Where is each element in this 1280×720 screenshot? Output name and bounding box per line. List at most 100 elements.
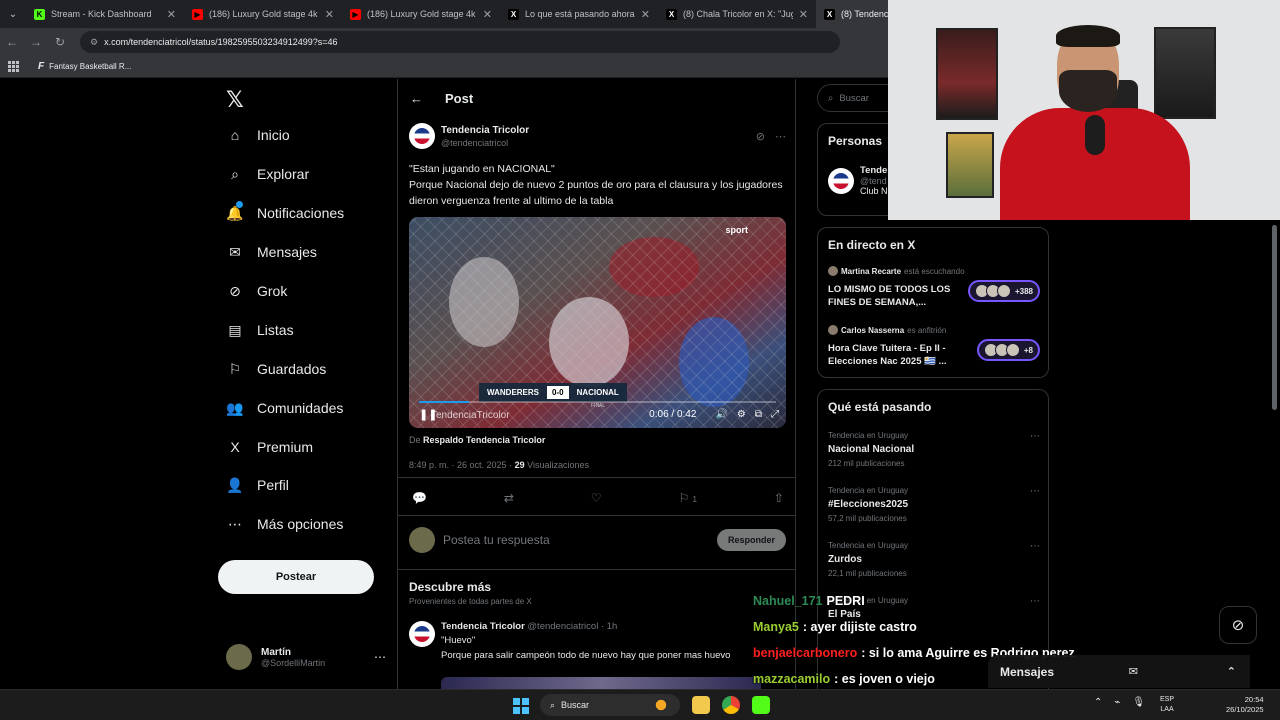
widgets-icon[interactable] [652, 696, 670, 714]
more-icon[interactable]: ⋯ [775, 130, 786, 143]
browser-tab[interactable]: X Lo que está pasando ahora: LO ✕ [500, 0, 658, 28]
network-icon[interactable]: ⌁ [1114, 697, 1120, 708]
avatar[interactable] [409, 621, 435, 647]
reload-icon[interactable]: ↻ [48, 35, 72, 49]
search-icon: ⌕ [231, 165, 239, 182]
author-name[interactable]: Tendencia Tricolor [441, 125, 529, 136]
trends-card: Qué está pasando Tendencia en Uruguay Nac… [817, 389, 1049, 689]
space-host-name: Martina Recarte [841, 266, 902, 276]
like-icon[interactable]: ♡ [591, 491, 602, 505]
left-nav: 𝕏 ⌂ Inicio ⌕ Explorar 🔔 Notificaciones ✉ Mensaj… [218, 79, 388, 689]
post-header: ← Post [398, 79, 795, 117]
discover-media[interactable] [441, 677, 761, 689]
reply-input[interactable]: Postea tu respuesta [443, 533, 550, 547]
wall-poster [936, 28, 998, 120]
more-icon[interactable]: ⋯ [1030, 596, 1040, 607]
source-name[interactable]: Respaldo Tendencia Tricolor [423, 435, 545, 445]
bookmark-count: 1 [692, 495, 697, 504]
tab-close-icon[interactable]: ✕ [641, 8, 650, 21]
nav-item-mensajes[interactable]: ✉ Mensajes [226, 243, 317, 261]
x-premium-icon: X [230, 439, 240, 455]
language-indicator[interactable]: ESP LAA [1160, 695, 1174, 715]
trend-item[interactable]: Tendencia en Uruguay #Elecciones2025 57,2 … [828, 486, 1040, 523]
back-icon[interactable]: ← [0, 35, 24, 49]
pip-icon[interactable]: ⧉ [755, 409, 762, 420]
nav-item-comunidades[interactable]: 👥 Comunidades [226, 399, 343, 417]
more-icon[interactable]: ⋯ [1030, 541, 1040, 552]
nav-item-grok[interactable]: ⊘ Grok [226, 282, 287, 300]
nav-item-perfil[interactable]: 👤 Perfil [226, 476, 289, 494]
account-switcher[interactable]: Martín @SordelliMartin ⋯ [226, 644, 386, 670]
messages-drawer[interactable]: Mensajes ✉ ⌃ [988, 655, 1250, 688]
trend-item[interactable]: Tendencia en Uruguay Nacional Nacional 212… [828, 431, 1040, 468]
video-time: 0:06 / 0:42 [649, 408, 697, 420]
share-icon[interactable]: ⇧ [774, 491, 784, 505]
tab-favicon-icon: K [34, 8, 45, 20]
browser-tab[interactable]: ▶ (186) Luxury Gold stage 4k 2025 ✕ [184, 0, 342, 28]
settings-icon[interactable]: ⚙ [737, 409, 746, 420]
tab-close-icon[interactable]: ✕ [167, 8, 176, 21]
more-icon[interactable]: ⋯ [1030, 431, 1040, 442]
file-explorer-icon[interactable] [692, 696, 710, 714]
browser-tab[interactable]: K Stream - Kick Dashboard ✕ [26, 0, 184, 28]
site-info-icon[interactable]: ⚙ [90, 37, 98, 48]
grok-icon[interactable]: ⊘ [756, 130, 765, 143]
more-icon[interactable]: ⋯ [1030, 486, 1040, 497]
tab-search-button[interactable]: ⌄ [0, 0, 26, 28]
tab-close-icon[interactable]: ✕ [799, 8, 808, 21]
video-player[interactable]: sport WANDERERS 0-0 NACIONAL FINAL Tende… [409, 217, 786, 428]
bookmark-icon[interactable]: ⚐ 1 [678, 491, 697, 505]
nav-item-guardados[interactable]: ⚐ Guardados [226, 360, 327, 378]
back-arrow-icon[interactable]: ← [410, 91, 423, 106]
grok-icon[interactable]: ⊘ [1219, 606, 1257, 644]
video-controls: ❚❚ 0:06 / 0:42 🔊 ⚙ ⧉ ⤢ [419, 405, 779, 423]
reply-button[interactable]: Responder [716, 529, 786, 551]
trend-context: Tendencia en Uruguay [828, 431, 909, 440]
x-logo-icon[interactable]: 𝕏 [226, 87, 244, 113]
apps-grid-icon[interactable] [8, 60, 20, 73]
discover-author-name[interactable]: Tendencia Tricolor [441, 621, 525, 632]
space-listeners[interactable]: +388 [967, 280, 1040, 302]
url-input[interactable]: ⚙ x.com/tendenciatricol/status/198259550… [80, 31, 840, 53]
space-listeners[interactable]: +8 [976, 339, 1040, 361]
microphone-icon[interactable]: 🎙 [1132, 697, 1145, 708]
volume-icon[interactable]: 🔊 [715, 409, 727, 420]
system-tray: ⌃ ⌁ 🎙 [1094, 697, 1145, 708]
live-space[interactable]: Martina Recarte está escuchando LO MISMO D… [828, 266, 1040, 309]
author-handle[interactable]: @tendenciatricol [441, 138, 529, 148]
repost-icon[interactable]: ⇄ [504, 491, 514, 505]
nav-item-listas[interactable]: ▤ Listas [226, 321, 293, 339]
new-message-icon[interactable]: ✉ [1129, 665, 1138, 678]
nav-item-msopciones[interactable]: ⋯ Más opciones [226, 515, 343, 533]
scrollbar[interactable] [1272, 225, 1277, 410]
browser-tab[interactable]: ▶ (186) Luxury Gold stage 4k 2025 ✕ [342, 0, 500, 28]
nav-item-notificaciones[interactable]: 🔔 Notificaciones [226, 201, 344, 222]
bookmark-item[interactable]: Fantasy Basketball R... [49, 62, 131, 71]
system-clock[interactable]: 20:54 26/10/2025 [1226, 695, 1264, 715]
pause-icon[interactable]: ❚❚ [419, 408, 437, 421]
post-button[interactable]: Postear [218, 560, 374, 594]
windows-start-icon[interactable] [513, 698, 529, 714]
chevron-up-icon[interactable]: ⌃ [1094, 697, 1102, 708]
live-space[interactable]: Carlos Nasserna es anfitrión Hora Clave Tu… [828, 325, 1040, 368]
forward-icon[interactable]: → [24, 35, 48, 49]
tab-close-icon[interactable]: ✕ [483, 8, 492, 21]
post-timestamp[interactable]: 8:49 p. m. · 26 oct. 2025 · [409, 460, 512, 470]
nav-item-explorar[interactable]: ⌕ Explorar [226, 165, 309, 183]
chrome-icon[interactable] [722, 696, 740, 714]
app-icon[interactable] [752, 696, 770, 714]
tab-close-icon[interactable]: ✕ [325, 8, 334, 21]
expand-icon[interactable]: ⌃ [1227, 665, 1236, 678]
reply-icon[interactable]: 💬 [412, 491, 427, 505]
post-author: Tendencia Tricolor @tendenciatricol ⊘ ⋯ [409, 123, 786, 149]
trend-item[interactable]: Tendencia en Uruguay Zurdos 22,1 mil publi… [828, 541, 1040, 578]
nav-item-inicio[interactable]: ⌂ Inicio [226, 126, 290, 144]
nav-item-premium[interactable]: X Premium [226, 438, 313, 456]
fullscreen-icon[interactable]: ⤢ [771, 409, 779, 420]
more-icon[interactable]: ⋯ [374, 650, 386, 664]
discover-post[interactable]: Tendencia Tricolor @tendenciatricol · 1h… [409, 621, 789, 662]
person-suggestion[interactable]: Tende @tend Club N [828, 165, 888, 196]
video-progress-bar[interactable] [419, 401, 776, 403]
avatar[interactable] [409, 123, 435, 149]
browser-tab[interactable]: X (8) Chala Tricolor en X: "Jugado ✕ [658, 0, 816, 28]
